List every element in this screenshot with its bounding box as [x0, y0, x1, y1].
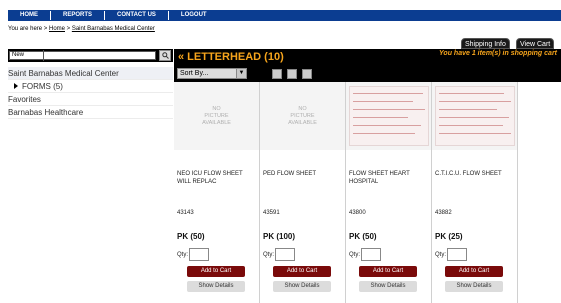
show-details-button[interactable]: Show Details	[273, 281, 331, 292]
search-button[interactable]	[159, 50, 171, 61]
sidebar-item-favorites[interactable]: Favorites	[8, 93, 173, 106]
qty-label: Qty:	[263, 252, 275, 258]
product-card: C.T.I.C.U. FLOW SHEET 43882 PK (25) Qty:…	[432, 82, 518, 303]
breadcrumb: You are here > Home > Saint Barnabas Med…	[8, 26, 155, 32]
shipping-info-button[interactable]: Shipping Info	[461, 38, 510, 49]
search-bar: New	[8, 49, 173, 62]
breadcrumb-home-link[interactable]: Home	[49, 26, 65, 32]
product-image[interactable]	[346, 82, 431, 150]
breadcrumb-prefix: You are here >	[8, 26, 49, 32]
qty-input[interactable]	[447, 248, 467, 261]
qty-label: Qty:	[177, 252, 189, 258]
product-image[interactable]: NO PICTURE AVAILABLE	[174, 82, 259, 150]
sidebar-item-barnabas-healthcare[interactable]: Barnabas Healthcare	[8, 106, 173, 119]
nav-logout-link[interactable]: LOGOUT	[169, 11, 219, 20]
product-pack-size: PK (50)	[177, 232, 205, 241]
cart-status-message: You have 1 item(s) in shopping cart	[439, 50, 557, 57]
search-icon	[161, 52, 169, 59]
breadcrumb-current-link[interactable]: Saint Barnabas Medical Center	[72, 26, 155, 32]
qty-input[interactable]	[189, 248, 209, 261]
qty-label: Qty:	[349, 252, 361, 258]
breadcrumb-separator: >	[65, 26, 72, 32]
nav-reports-link[interactable]: REPORTS	[51, 11, 106, 20]
sidebar-item-forms-label: FORMS (5)	[22, 82, 63, 91]
grid-view-icon[interactable]	[272, 69, 282, 79]
qty-input[interactable]	[275, 248, 295, 261]
expand-arrow-icon[interactable]	[14, 83, 18, 89]
top-navigation: HOME REPORTS CONTACT US LOGOUT	[8, 10, 561, 21]
chevron-down-icon: ▼	[236, 69, 246, 78]
product-image[interactable]: NO PICTURE AVAILABLE	[260, 82, 345, 150]
detail-view-icon[interactable]	[302, 69, 312, 79]
category-title[interactable]: « LETTERHEAD (10)	[178, 51, 284, 64]
text-cursor-icon	[43, 50, 44, 61]
product-grid: NO PICTURE AVAILABLE NEO ICU FLOW SHEET WI…	[174, 82, 518, 303]
product-code: 43882	[435, 210, 452, 216]
add-to-cart-button[interactable]: Add to Cart	[273, 266, 331, 277]
sort-select[interactable]: Sort By... ▼	[177, 68, 247, 79]
sidebar-item-saint-barnabas[interactable]: Saint Barnabas Medical Center	[8, 67, 173, 80]
nav-contact-link[interactable]: CONTACT US	[105, 11, 169, 20]
product-card: FLOW SHEET HEART HOSPITAL 43800 PK (50) …	[346, 82, 432, 303]
view-cart-button[interactable]: View Cart	[516, 38, 555, 49]
add-to-cart-button[interactable]: Add to Cart	[359, 266, 417, 277]
qty-input[interactable]	[361, 248, 381, 261]
product-title: PED FLOW SHEET	[263, 171, 317, 177]
product-code: 43143	[177, 210, 194, 216]
show-details-button[interactable]: Show Details	[187, 281, 245, 292]
list-view-icon[interactable]	[287, 69, 297, 79]
sort-select-value: Sort By...	[180, 70, 209, 77]
show-details-button[interactable]: Show Details	[445, 281, 503, 292]
category-header: « LETTERHEAD (10) You have 1 item(s) in …	[174, 49, 561, 66]
product-title: FLOW SHEET HEART HOSPITAL	[349, 171, 410, 185]
product-pack-size: PK (100)	[263, 232, 296, 241]
product-card: NO PICTURE AVAILABLE PED FLOW SHEET 43591 …	[260, 82, 346, 303]
search-input[interactable]: New	[9, 51, 156, 60]
nav-home-link[interactable]: HOME	[8, 11, 51, 20]
form-thumbnail	[434, 86, 515, 146]
product-pack-size: PK (25)	[435, 232, 463, 241]
product-title: C.T.I.C.U. FLOW SHEET	[435, 171, 502, 177]
product-code: 43591	[263, 210, 280, 216]
sidebar-item-forms[interactable]: FORMS (5)	[8, 80, 173, 93]
add-to-cart-button[interactable]: Add to Cart	[187, 266, 245, 277]
sidebar: New Saint Barnabas Medical Center FORMS …	[8, 49, 173, 303]
add-to-cart-button[interactable]: Add to Cart	[445, 266, 503, 277]
product-title: NEO ICU FLOW SHEET WILL REPLAC	[177, 171, 243, 185]
right-margin	[518, 82, 561, 303]
no-picture-placeholder: NO PICTURE AVAILABLE	[288, 105, 317, 126]
no-picture-placeholder: NO PICTURE AVAILABLE	[202, 105, 231, 126]
sort-toolbar: Sort By... ▼	[174, 66, 561, 82]
show-details-button[interactable]: Show Details	[359, 281, 417, 292]
product-pack-size: PK (50)	[349, 232, 377, 241]
category-tree: Saint Barnabas Medical Center FORMS (5) …	[8, 67, 173, 119]
product-code: 43800	[349, 210, 366, 216]
product-image[interactable]	[432, 82, 517, 150]
product-card: NO PICTURE AVAILABLE NEO ICU FLOW SHEET WI…	[174, 82, 260, 303]
form-thumbnail	[348, 86, 429, 146]
qty-label: Qty:	[435, 252, 447, 258]
